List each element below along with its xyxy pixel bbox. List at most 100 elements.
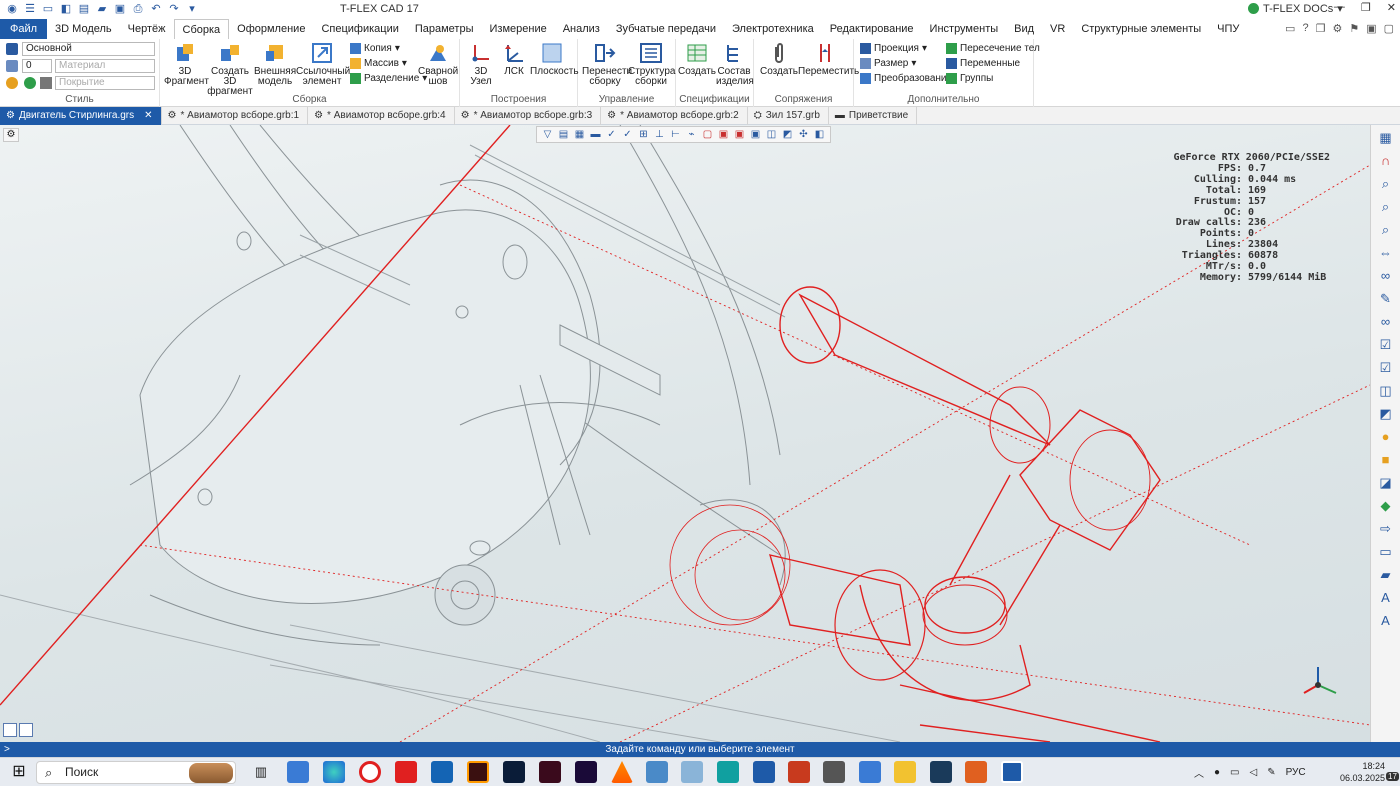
shaded-icon[interactable]: ▣ — [732, 128, 747, 141]
weld-button[interactable]: Сварной шов — [418, 41, 458, 87]
store-icon[interactable] — [287, 761, 309, 783]
illustrator-icon[interactable] — [467, 761, 489, 783]
tflex-cad-taskbar-icon[interactable] — [965, 761, 987, 783]
tab-12[interactable]: Инструменты — [922, 19, 1007, 39]
panels-icon[interactable]: ▦ — [1376, 128, 1396, 148]
microphone-icon[interactable]: ● — [1214, 767, 1220, 778]
calculator-icon[interactable] — [859, 761, 881, 783]
photoshop-icon[interactable] — [503, 761, 525, 783]
redo-icon[interactable]: ↷ — [166, 2, 182, 17]
swatch-icon[interactable] — [40, 77, 52, 89]
print-icon[interactable]: ⎙ — [130, 2, 146, 17]
glasses2-icon[interactable]: ∞ — [1376, 312, 1396, 332]
color-filter-icon[interactable]: ▬ — [588, 128, 603, 141]
section-icon[interactable]: ◩ — [780, 128, 795, 141]
save-icon[interactable]: ▣ — [112, 2, 128, 17]
array-button[interactable]: Массив ▾ — [350, 58, 407, 69]
notes-icon[interactable] — [681, 761, 703, 783]
document-tab[interactable]: ⛭ Зил 157.grb — [748, 107, 829, 125]
tab-1[interactable]: 3D Модель — [47, 19, 120, 39]
flag-icon[interactable]: ⚑ — [1349, 22, 1359, 35]
green-cube-icon[interactable]: ◆ — [1376, 496, 1396, 516]
tab-8[interactable]: Анализ — [555, 19, 608, 39]
3d-viewport[interactable]: ▽ ▤ ▦ ▬ ✓ ✓ ⊞ ⊥ ⊢ ⌁ ▢ ▣ ▣ ▣ ◫ ◩ ✣ ◧ ⚙ Ge… — [0, 125, 1370, 742]
tab-0[interactable]: Файл — [0, 19, 48, 39]
volume-icon[interactable]: ◁ — [1250, 767, 1258, 778]
composition-button[interactable]: Состав изделия — [716, 41, 754, 87]
zoom-all-icon[interactable]: ⌕ — [1376, 220, 1396, 240]
tab-11[interactable]: Редактирование — [822, 19, 922, 39]
tool-icon[interactable] — [823, 761, 845, 783]
projection-button[interactable]: Проекция ▾ — [860, 43, 927, 54]
document-tab[interactable]: ▬ Приветствие — [829, 107, 918, 125]
question-icon[interactable]: ? — [1302, 22, 1308, 35]
mate-create-button[interactable]: Создать — [758, 41, 800, 77]
tflex-docs-taskbar-icon[interactable] — [1001, 761, 1023, 783]
variables-button[interactable]: Переменные — [946, 58, 1020, 69]
window-icon[interactable]: ▢ — [1384, 22, 1394, 35]
explorer-icon[interactable] — [894, 761, 916, 783]
word-icon[interactable] — [753, 761, 775, 783]
premiere-icon[interactable] — [575, 761, 597, 783]
vlc-icon[interactable] — [611, 761, 633, 783]
render-icon[interactable]: ◪ — [1376, 473, 1396, 493]
create-3d-fragment-button[interactable]: Создать 3D фрагмент — [206, 41, 254, 97]
tab-7[interactable]: Измерение — [482, 19, 555, 39]
check2-icon[interactable]: ✓ — [620, 128, 635, 141]
task-view-icon[interactable]: ▥ — [250, 761, 272, 783]
network-icon[interactable]: ▭ — [1230, 767, 1239, 778]
layout-split-icon[interactable] — [19, 723, 33, 737]
edge-icon[interactable] — [323, 761, 345, 783]
tab-9[interactable]: Зубчатые передачи — [608, 19, 724, 39]
outlook-icon[interactable] — [431, 761, 453, 783]
document-tab[interactable]: ⚙ * Авиамотор всборе.grb:2 — [601, 107, 748, 125]
pen-icon[interactable]: ✎ — [1267, 767, 1275, 778]
external-model-button[interactable]: Внешняя модель — [254, 41, 296, 87]
structure-button[interactable]: Структура сборки — [628, 41, 675, 87]
magnet-icon[interactable]: ∩ — [1376, 151, 1396, 171]
undo-icon[interactable]: ↶ — [148, 2, 164, 17]
tab-10[interactable]: Электротехника — [724, 19, 822, 39]
filter-icon[interactable]: ▽ — [540, 128, 555, 141]
transform-button[interactable]: Преобразования — [860, 73, 952, 84]
chevron-up-icon[interactable]: ︿ — [1194, 765, 1204, 780]
document-tab[interactable]: ⚙ * Авиамотор всборе.grb:1 — [162, 107, 309, 125]
tab-14[interactable]: VR — [1042, 19, 1073, 39]
docs-menu[interactable]: T-FLEX DOCs ▾ — [1248, 2, 1343, 15]
snap-icon[interactable]: ⌁ — [684, 128, 699, 141]
new-file-icon[interactable]: ▭ — [40, 2, 56, 17]
yellow-cube-icon[interactable]: ■ — [1376, 450, 1396, 470]
zoom-window-icon[interactable]: ⌕ — [1376, 197, 1396, 217]
text2-icon[interactable]: A — [1376, 611, 1396, 631]
tree-filter-icon[interactable]: ▦ — [572, 128, 587, 141]
powerpoint-icon[interactable] — [788, 761, 810, 783]
3d-node-button[interactable]: 3D Узел — [464, 41, 498, 87]
open-icon[interactable]: ▰ — [94, 2, 110, 17]
3d-fragment-button[interactable]: 3D Фрагмент — [164, 41, 209, 87]
notification-badge[interactable]: 17 — [1386, 772, 1399, 781]
check-icon[interactable]: ✓ — [604, 128, 619, 141]
clock[interactable]: 18:24 06.03.2025 — [1340, 760, 1385, 784]
document-tab[interactable]: ⚙ * Авиамотор всборе.grb:3 — [455, 107, 602, 125]
panel-icon[interactable]: ▣ — [1366, 22, 1376, 35]
intersection-button[interactable]: Пересечение тел — [946, 43, 1040, 54]
text-icon[interactable]: A — [1376, 588, 1396, 608]
box-icon[interactable]: ◫ — [764, 128, 779, 141]
yandex-icon[interactable] — [395, 761, 417, 783]
restore-icon[interactable]: ❐ — [1316, 22, 1326, 35]
new-3d-icon[interactable]: ◧ — [58, 2, 74, 17]
new-drawing-icon[interactable]: ▤ — [76, 2, 92, 17]
check-cube2-icon[interactable]: ☑ — [1376, 358, 1396, 378]
cover-field[interactable]: Покрытие — [55, 76, 155, 90]
hidden-lines-icon[interactable]: ▣ — [716, 128, 731, 141]
section-view-icon[interactable]: ◩ — [1376, 404, 1396, 424]
texture-icon[interactable] — [24, 77, 36, 89]
wireframe-icon[interactable]: ▢ — [700, 128, 715, 141]
terminal-icon[interactable] — [930, 761, 952, 783]
copy-button[interactable]: Копия ▾ — [350, 43, 400, 54]
tab-16[interactable]: ЧПУ — [1209, 19, 1247, 39]
split-button[interactable]: Разделение ▾ — [350, 73, 427, 84]
close-button[interactable]: ✕ — [1387, 1, 1396, 14]
material-field[interactable]: Материал — [55, 59, 155, 73]
taskbar-search[interactable]: ⌕ Поиск — [36, 761, 236, 784]
